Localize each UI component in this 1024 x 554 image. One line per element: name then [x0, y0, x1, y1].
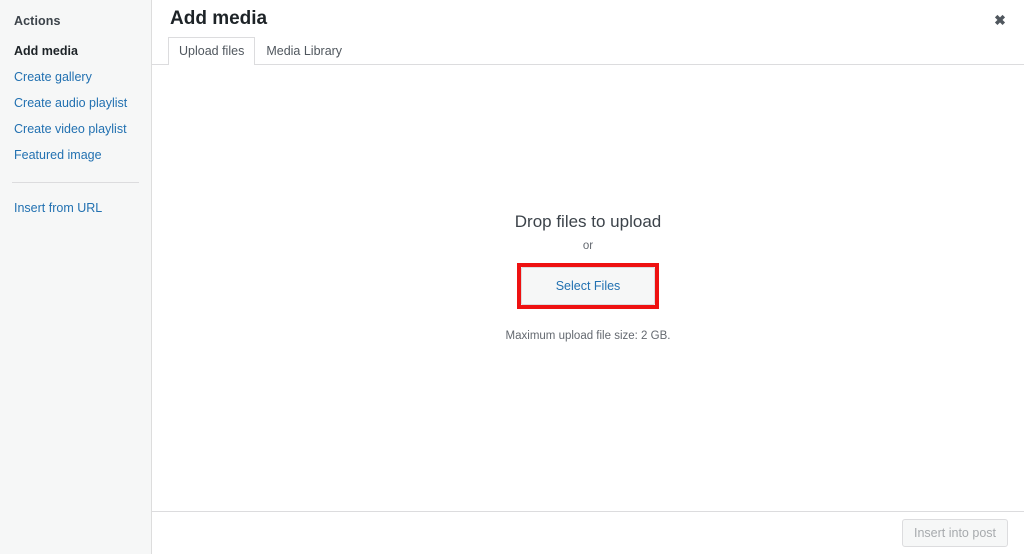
sidebar-divider [12, 182, 139, 183]
sidebar-menu-secondary: Insert from URL [0, 201, 151, 215]
sidebar-menu: Add media Create gallery Create audio pl… [0, 44, 151, 162]
tab-upload-files[interactable]: Upload files [168, 36, 256, 65]
upload-panel: Drop files to upload or Select Files Max… [152, 64, 1024, 511]
sidebar-item-insert-from-url[interactable]: Insert from URL [0, 201, 151, 215]
modal-footer: Insert into post [152, 511, 1024, 554]
insert-into-post-button[interactable]: Insert into post [902, 518, 1008, 548]
add-media-modal: Actions Add media Create gallery Create … [0, 0, 1024, 554]
select-files-button[interactable]: Select Files [520, 266, 656, 306]
dropzone-title: Drop files to upload [514, 212, 662, 231]
page-title: Add media [170, 8, 268, 29]
sidebar-item-add-media[interactable]: Add media [0, 44, 151, 58]
sidebar-item-create-gallery[interactable]: Create gallery [0, 70, 151, 84]
modal-header: Add media ✖ Upload files Media Library [152, 0, 1024, 66]
sidebar-heading: Actions [14, 14, 61, 28]
close-icon[interactable]: ✖ [986, 6, 1014, 34]
sidebar-item-featured-image[interactable]: Featured image [0, 148, 151, 162]
max-upload-size-text: Maximum upload file size: 2 GB. [505, 330, 671, 343]
modal-sidebar: Actions Add media Create gallery Create … [0, 0, 152, 554]
tab-bar: Upload files Media Library [168, 36, 353, 66]
dropzone[interactable]: Drop files to upload or Select Files Max… [152, 65, 1024, 343]
modal-content: Add media ✖ Upload files Media Library D… [152, 0, 1024, 554]
sidebar-item-create-video-playlist[interactable]: Create video playlist [0, 122, 151, 136]
select-files-highlight: Select Files [516, 262, 660, 310]
tab-media-library[interactable]: Media Library [255, 37, 353, 66]
dropzone-or-label: or [582, 240, 594, 253]
sidebar-item-create-audio-playlist[interactable]: Create audio playlist [0, 96, 151, 110]
